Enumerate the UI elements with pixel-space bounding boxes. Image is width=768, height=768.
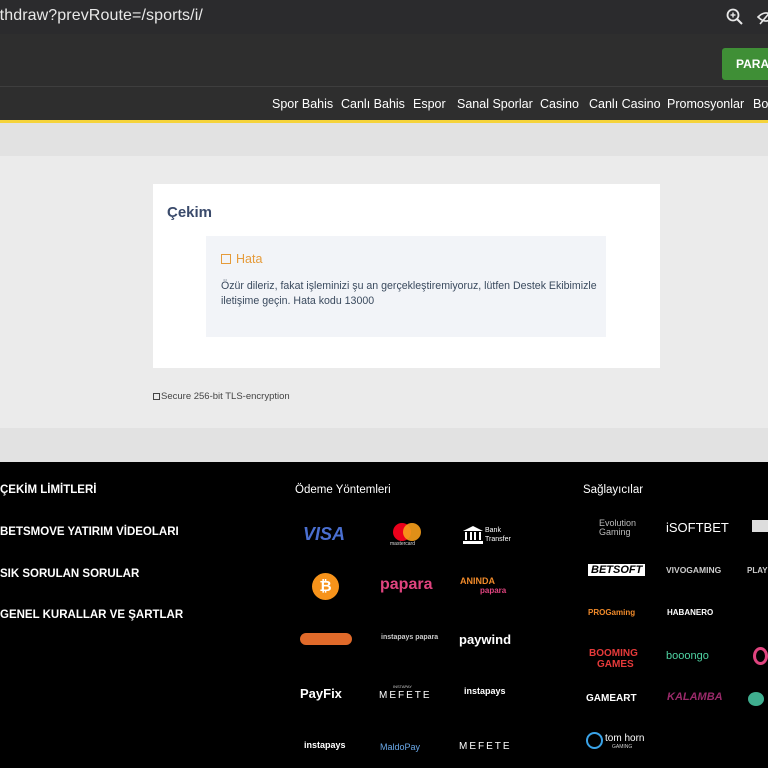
instapays-vip-logo: instapays [304,740,346,750]
warning-box-icon [221,254,231,264]
mastercard-text: mastercard [390,541,416,547]
bank-icon [463,526,483,544]
instapays-papara-logo: instapays papara [381,634,439,641]
footer-link-rules[interactable]: GENEL KURALLAR VE ŞARTLAR [0,609,183,621]
booming-text-2: GAMES [597,659,634,670]
tom-horn-text-2: GAMING [612,744,633,750]
site-footer: ÇEKİM LİMİTLERİ BETSMOVE YATIRIM VİDEOLA… [0,462,768,768]
mefete-logo-2: MEFETE [459,741,512,752]
aninda-text: ANINDA [460,576,495,586]
isoftbet-logo: iSOFTBET [666,520,729,535]
bank-text-1: Bank [485,527,501,534]
browser-url-bar[interactable]: ithdraw?prevRoute=/sports/i/ [0,0,768,34]
mastercard-logo: mastercard [390,522,424,550]
bank-transfer-logo: Bank Transfer [463,526,511,549]
gameart-logo: GAMEART [586,693,637,704]
deposit-button-label: PARA Y [736,57,768,71]
booming-text-1: BOOMING [589,648,638,659]
lock-icon [153,393,160,400]
papara-pill-logo [300,633,352,645]
providers-heading: Sağlayıcılar [583,484,644,496]
vivo-gaming-logo: VIVOGAMING [666,565,722,575]
nav-casino[interactable]: Casino [540,97,579,111]
bitcoin-logo: ₿ [312,573,339,600]
habanero-logo: HABANERO [667,608,714,617]
nav-spor-bahis[interactable]: Spor Bahis [272,97,333,111]
footer-link-faq[interactable]: SIK SORULAN SORULAR [0,568,139,580]
nav-sanal-sporlar[interactable]: Sanal Sporlar [457,97,533,111]
footer-link-deposit-videos[interactable]: BETSMOVE YATIRIM VİDEOLARI [0,526,179,538]
payfix-logo: PayFix [300,686,342,701]
provider-logo-partial-3 [748,692,764,706]
tls-note: Secure 256-bit TLS-encryption [153,391,290,402]
url-text[interactable]: ithdraw?prevRoute=/sports/i/ [0,7,203,25]
nav-espor[interactable]: Espor [413,97,446,111]
error-title-text: Hata [236,252,263,266]
bitcoin-icon: ₿ [319,578,332,595]
content-bottom-band [0,428,768,462]
papara-logo: papara [380,576,433,593]
nav-promosyonlar[interactable]: Promosyonlar [667,97,744,111]
footer-link-withdraw-limits[interactable]: ÇEKİM LİMİTLERİ [0,484,96,496]
nav-canli-casino[interactable]: Canlı Casino [589,97,661,111]
bank-text-2: Transfer [485,536,511,543]
tom-horn-text-1: tom horn [605,733,645,744]
booongo-logo: booongo [666,650,709,662]
payments-heading: Ödeme Yöntemleri [295,484,391,496]
kalamba-logo: KALAMBA [667,691,723,703]
play-logo: PLAY [747,566,768,575]
instapays-havale-logo: instapays [464,686,506,696]
nav-canli-bahis[interactable]: Canlı Bahis [341,97,405,111]
error-message: Özür dileriz, fakat işleminizi şu an ger… [221,280,597,307]
maldopay-logo: MaldoPay [380,742,421,752]
visa-logo: VISA [303,524,346,544]
tom-horn-circle-icon [586,732,603,749]
hide-eye-icon[interactable] [757,8,768,26]
progaming-logo: PROGaming [588,608,636,617]
betsoft-logo: BETSOFT [588,564,646,576]
nav-more[interactable]: Bo [753,97,768,111]
provider-logo-partial-1 [752,520,768,532]
mastercard-circles-icon [393,523,421,541]
paywind-logo: paywind [459,632,512,647]
header-divider [0,86,768,87]
aninda-papara-text: papara [480,586,507,595]
content-top-band [0,123,768,156]
provider-logo-partial-2 [753,647,768,665]
page-title: Çekim [167,204,213,221]
deposit-button[interactable]: PARA Y [722,48,768,80]
mefete-top-text: INSTAPAY [393,684,412,689]
mefete-text: MEFETE [379,690,432,701]
evolution-text-2: Gaming [599,527,631,537]
error-title: Hata [221,252,262,266]
zoom-icon[interactable] [726,8,744,26]
tls-text: Secure 256-bit TLS-encryption [161,391,290,402]
